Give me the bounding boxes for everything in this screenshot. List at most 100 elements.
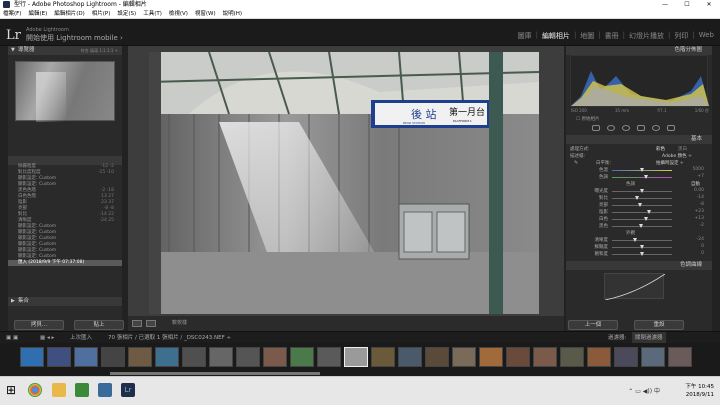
menu-edit[interactable]: 編輯(E) xyxy=(28,9,47,18)
auto-tone-button[interactable]: 自動 xyxy=(691,181,700,187)
brush-icon[interactable] xyxy=(667,125,675,131)
filmstrip-thumb-selected[interactable] xyxy=(344,347,368,367)
windows-start-icon[interactable]: ⊞ xyxy=(6,383,20,397)
filmstrip-thumb[interactable] xyxy=(47,347,71,367)
filmstrip-thumb[interactable] xyxy=(290,347,314,367)
main-photo[interactable]: 後 站 REAR STATION 第一月台 PLATFORM 1 xyxy=(149,52,539,314)
maximize-button[interactable]: ☐ xyxy=(676,0,698,9)
presence-slider[interactable]: 飽和度 0 xyxy=(566,251,712,258)
module-library[interactable]: 圖庫 xyxy=(518,31,532,41)
tone-slider[interactable]: 白色 +13 xyxy=(566,216,712,223)
soft-proofing-label[interactable]: 軟校樣 xyxy=(172,320,187,326)
tint-slider[interactable]: 色調 +7 xyxy=(566,174,712,181)
presence-slider[interactable]: 清晰度 -24 xyxy=(566,237,712,244)
filmstrip-scrollbar[interactable] xyxy=(110,372,320,375)
navigator-preview[interactable] xyxy=(15,61,115,122)
navigator-header[interactable]: ▼ 導覽器 符合 填滿 1:1 2:1 ÷ xyxy=(8,46,122,55)
filmstrip-thumb[interactable] xyxy=(560,347,584,367)
module-book[interactable]: 書冊 xyxy=(605,31,619,41)
chrome-icon[interactable] xyxy=(28,383,42,397)
radial-filter-icon[interactable] xyxy=(652,125,660,131)
tone-curve-header[interactable]: 色調曲線 xyxy=(566,261,712,270)
navigator-zoom-options[interactable]: 符合 填滿 1:1 2:1 ÷ xyxy=(81,46,118,55)
treatment-bw[interactable]: 黑白 xyxy=(678,146,687,152)
filmstrip-thumb[interactable] xyxy=(425,347,449,367)
profile-select[interactable]: Adobe 顏色 ÷ xyxy=(662,153,692,159)
spot-removal-icon[interactable] xyxy=(607,125,615,131)
paste-settings-button[interactable]: 貼上 xyxy=(74,320,124,330)
module-slideshow[interactable]: 幻燈片播放 xyxy=(629,31,664,41)
menu-file[interactable]: 檔案(F) xyxy=(3,9,21,18)
filmstrip-bar: ▣ ▣ ▦ ◂ ▸ 上次匯入 70 張相片 / 已選取 1 張相片 / _DSC… xyxy=(0,331,720,344)
filmstrip-thumb[interactable] xyxy=(452,347,476,367)
eyedropper-icon[interactable]: ✎ xyxy=(574,160,578,166)
tone-slider[interactable]: 亮部 -8 xyxy=(566,202,712,209)
filmstrip-thumb[interactable] xyxy=(668,347,692,367)
lightroom-mobile-link[interactable]: 開始使用 Lightroom mobile › xyxy=(26,33,123,43)
filmstrip-thumb[interactable] xyxy=(641,347,665,367)
photos-app-icon[interactable] xyxy=(98,383,112,397)
filmstrip-thumb[interactable] xyxy=(128,347,152,367)
filmstrip-thumb[interactable] xyxy=(371,347,395,367)
menu-settings[interactable]: 設定(S) xyxy=(117,9,136,18)
treatment-color[interactable]: 彩色 xyxy=(656,146,665,152)
filmstrip-thumb[interactable] xyxy=(317,347,341,367)
basic-header[interactable]: 基本 xyxy=(566,135,712,144)
temp-slider[interactable]: 色溫 5000 xyxy=(566,167,712,174)
loupe-view-icon[interactable] xyxy=(132,320,142,327)
filmstrip-thumb[interactable] xyxy=(74,347,98,367)
tone-slider[interactable]: 曝光度 0.00 xyxy=(566,188,712,195)
filmstrip xyxy=(0,343,720,376)
right-panel-buttons: 上一個 重設 xyxy=(568,320,684,330)
red-eye-icon[interactable] xyxy=(622,125,630,131)
graduated-filter-icon[interactable] xyxy=(637,125,645,131)
filmstrip-thumb[interactable] xyxy=(209,347,233,367)
filmstrip-thumb[interactable] xyxy=(20,347,44,367)
filmstrip-thumb[interactable] xyxy=(587,347,611,367)
previous-button[interactable]: 上一個 xyxy=(568,320,618,330)
filmstrip-thumb[interactable] xyxy=(101,347,125,367)
module-print[interactable]: 列印 xyxy=(674,31,688,41)
module-map[interactable]: 地圖 xyxy=(580,31,594,41)
filmstrip-thumb[interactable] xyxy=(533,347,557,367)
collections-header[interactable]: ▶ 集合 xyxy=(8,297,122,306)
menu-help[interactable]: 說明(H) xyxy=(223,9,242,18)
crop-tool-icon[interactable] xyxy=(592,125,600,131)
tone-curve-graph[interactable] xyxy=(604,273,666,301)
navigator-light-beam xyxy=(36,72,66,122)
menu-tools[interactable]: 工具(T) xyxy=(143,9,162,18)
presence-slider[interactable]: 鮮豔度 0 xyxy=(566,244,712,251)
tone-slider[interactable]: 陰影 +23 xyxy=(566,209,712,216)
lightroom-taskbar-icon[interactable]: Lr xyxy=(121,383,135,397)
copy-settings-button[interactable]: 拷貝... xyxy=(14,320,64,330)
filmstrip-thumb[interactable] xyxy=(398,347,422,367)
histogram-header[interactable]: 色階分佈圖 xyxy=(566,46,712,55)
filmstrip-thumb[interactable] xyxy=(614,347,638,367)
taskbar-clock[interactable]: 下午 10:45 2018/9/11 xyxy=(685,383,714,399)
filmstrip-thumb[interactable] xyxy=(506,347,530,367)
histogram[interactable]: ISO 200 35 mm f/7.1 1/60 秒 xyxy=(570,55,709,113)
reset-button[interactable]: 重設 xyxy=(634,320,684,330)
tone-slider[interactable]: 對比 -14 xyxy=(566,195,712,202)
white-balance-select[interactable]: 拍攝時設定 ÷ xyxy=(656,160,684,166)
filmstrip-thumb[interactable] xyxy=(479,347,503,367)
tone-slider[interactable]: 黑色 -2 xyxy=(566,223,712,230)
close-button[interactable]: ✕ xyxy=(698,0,720,9)
menu-photo[interactable]: 相片(P) xyxy=(92,9,111,18)
menu-view[interactable]: 檢視(V) xyxy=(169,9,188,18)
filmstrip-thumb[interactable] xyxy=(263,347,287,367)
system-tray-icons[interactable]: ⌃ ▭ ◀)) 中 xyxy=(628,386,660,395)
module-web[interactable]: Web xyxy=(699,31,714,41)
menu-develop[interactable]: 編輯相片(D) xyxy=(54,9,85,18)
before-after-icon[interactable] xyxy=(146,320,156,327)
minimize-button[interactable]: — xyxy=(654,0,676,9)
filmstrip-thumb[interactable] xyxy=(155,347,179,367)
filmstrip-thumb[interactable] xyxy=(236,347,260,367)
presence-sliders: 清晰度 -24 鮮豔度 0 飽和度 0 xyxy=(566,237,712,258)
filmstrip-thumb[interactable] xyxy=(182,347,206,367)
file-explorer-icon[interactable] xyxy=(52,383,66,397)
menu-window[interactable]: 視窗(W) xyxy=(195,9,216,18)
green-app-icon[interactable] xyxy=(75,383,89,397)
history-item-selected[interactable]: 匯入 (2018/9/9 下午 07:37:08) xyxy=(8,260,122,266)
module-develop[interactable]: 編輯相片 xyxy=(542,31,570,41)
